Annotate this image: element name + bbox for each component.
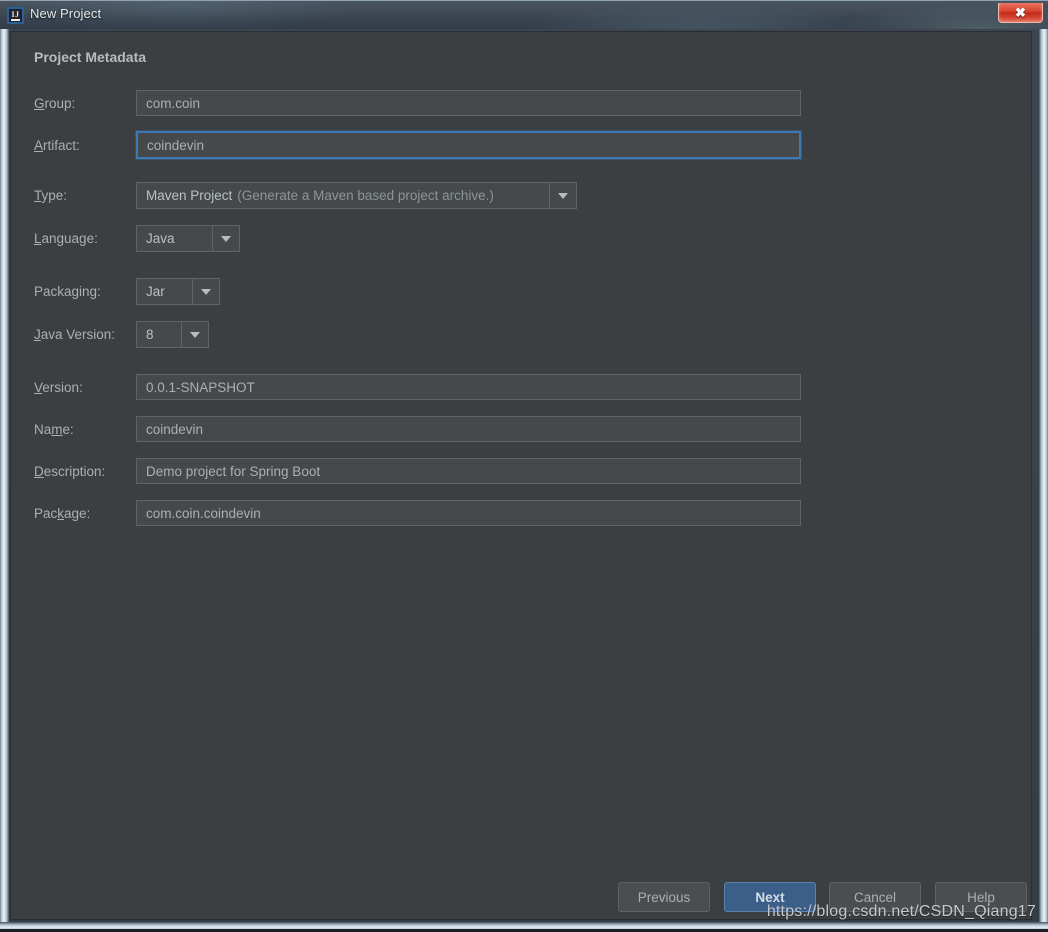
java-version-combobox-value: 8 — [146, 327, 154, 342]
new-project-dialog-window: IJ New Project ✖ Project Metadata Group:… — [0, 0, 1048, 932]
type-combobox[interactable]: Maven Project (Generate a Maven based pro… — [136, 182, 577, 209]
description-input[interactable]: Demo project for Spring Boot — [136, 458, 801, 484]
intellij-idea-icon: IJ — [7, 7, 24, 24]
form-row-language: Language: Java — [34, 225, 334, 252]
chevron-down-icon[interactable] — [212, 226, 239, 251]
language-combobox[interactable]: Java — [136, 225, 240, 252]
name-input[interactable]: coindevin — [136, 416, 801, 442]
close-icon: ✖ — [1015, 5, 1026, 20]
form-row-name: Name: coindevin — [34, 416, 824, 442]
package-input[interactable]: com.coin.coindevin — [136, 500, 801, 526]
form-row-description: Description: Demo project for Spring Boo… — [34, 458, 824, 484]
packaging-combobox-value: Jar — [146, 284, 165, 299]
window-title: New Project — [30, 6, 102, 21]
title-bar: IJ New Project ✖ — [0, 0, 1048, 29]
version-input-value: 0.0.1-SNAPSHOT — [146, 379, 255, 395]
form-row-package: Package: com.coin.coindevin — [34, 500, 824, 526]
previous-button[interactable]: Previous — [618, 882, 710, 912]
version-input[interactable]: 0.0.1-SNAPSHOT — [136, 374, 801, 400]
name-label: Name: — [34, 421, 74, 437]
watermark-text: https://blog.csdn.net/CSDN_Qiang17 — [766, 903, 1036, 920]
artifact-input[interactable]: coindevin — [136, 131, 801, 159]
window-frame-left — [0, 29, 9, 932]
name-input-value: coindevin — [146, 421, 204, 437]
form-row-java-version: Java Version: 8 — [34, 321, 334, 348]
java-version-label: Java Version: — [34, 327, 116, 342]
form-row-type: Type: Maven Project (Generate a Maven bas… — [34, 182, 594, 209]
form-row-packaging: Packaging: Jar — [34, 278, 334, 305]
description-input-value: Demo project for Spring Boot — [146, 463, 321, 479]
close-button[interactable]: ✖ — [998, 3, 1043, 23]
chevron-down-icon[interactable] — [549, 183, 576, 208]
dialog-content-panel: Project Metadata Group: com.coin Artifac… — [10, 31, 1032, 920]
group-label: Group: — [34, 95, 76, 111]
packaging-combobox[interactable]: Jar — [136, 278, 220, 305]
type-combobox-value: Maven Project (Generate a Maven based pro… — [146, 188, 494, 203]
chevron-down-icon[interactable] — [181, 322, 208, 347]
form-row-group: Group: com.coin — [34, 90, 824, 116]
group-input-value: com.coin — [146, 95, 201, 111]
window-frame-right — [1039, 29, 1048, 932]
type-label: Type: — [34, 188, 68, 203]
form-row-version: Version: 0.0.1-SNAPSHOT — [34, 374, 824, 400]
artifact-input-value: coindevin — [147, 137, 205, 153]
description-label: Description: — [34, 463, 106, 479]
package-input-value: com.coin.coindevin — [146, 505, 261, 521]
java-version-combobox[interactable]: 8 — [136, 321, 209, 348]
form-row-artifact: Artifact: coindevin — [34, 131, 824, 159]
language-combobox-value: Java — [146, 231, 175, 246]
packaging-label: Packaging: — [34, 284, 101, 299]
group-input[interactable]: com.coin — [136, 90, 801, 116]
artifact-label: Artifact: — [34, 137, 80, 153]
language-label: Language: — [34, 231, 98, 246]
version-label: Version: — [34, 379, 83, 395]
package-label: Package: — [34, 505, 91, 521]
page-title: Project Metadata — [34, 49, 147, 65]
chevron-down-icon[interactable] — [192, 279, 219, 304]
